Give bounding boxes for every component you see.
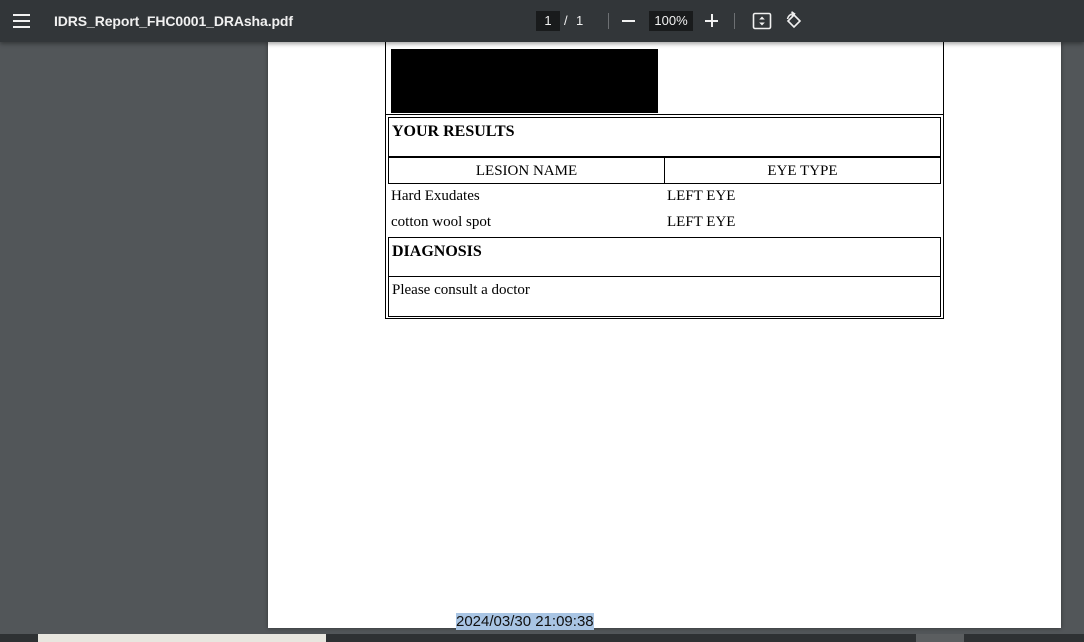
toolbar-divider xyxy=(608,13,609,29)
selected-timestamp-text: 2024/03/30 21:09:38 xyxy=(456,613,594,630)
zoom-level-input[interactable] xyxy=(649,11,693,31)
zoom-in-icon[interactable] xyxy=(704,13,720,29)
column-header-lesion: LESION NAME xyxy=(388,157,665,184)
fit-to-page-icon[interactable] xyxy=(752,12,772,30)
diagnosis-body: Please consult a doctor xyxy=(388,276,941,317)
pdf-toolbar: IDRS_Report_FHC0001_DRAsha.pdf / 1 xyxy=(0,0,1084,42)
diagnosis-heading: DIAGNOSIS xyxy=(388,237,941,277)
table-border-line xyxy=(943,42,944,115)
rotate-icon[interactable] xyxy=(784,11,804,31)
table-border-line xyxy=(385,42,386,115)
redacted-block xyxy=(391,49,658,113)
results-heading: YOUR RESULTS xyxy=(388,117,941,157)
results-heading-text: YOUR RESULTS xyxy=(392,123,515,140)
diagnosis-text: Please consult a doctor xyxy=(392,282,530,298)
column-header-eye-type-text: EYE TYPE xyxy=(767,163,838,179)
page-separator: / xyxy=(564,13,568,28)
zoom-out-icon[interactable] xyxy=(621,13,637,29)
background-window-thumbnail xyxy=(38,634,326,642)
diagnosis-heading-text: DIAGNOSIS xyxy=(392,243,482,260)
page-total: 1 xyxy=(576,13,584,28)
table-row-eye: LEFT EYE xyxy=(667,214,736,230)
results-table: YOUR RESULTS LESION NAME EYE TYPE Hard E… xyxy=(385,114,944,319)
file-title: IDRS_Report_FHC0001_DRAsha.pdf xyxy=(54,13,293,29)
column-header-eye-type: EYE TYPE xyxy=(664,157,941,184)
table-row-eye: LEFT EYE xyxy=(667,188,736,204)
background-window-thumbnail xyxy=(916,634,964,642)
column-header-lesion-text: LESION NAME xyxy=(475,163,578,179)
pdf-page: YOUR RESULTS LESION NAME EYE TYPE Hard E… xyxy=(268,42,1061,628)
page-number-input[interactable] xyxy=(536,11,560,31)
table-row-lesion: cotton wool spot xyxy=(391,214,491,230)
toolbar-divider xyxy=(734,13,735,29)
background-window-strip xyxy=(0,634,1084,642)
table-row-lesion: Hard Exudates xyxy=(391,188,480,204)
menu-icon[interactable] xyxy=(12,12,32,30)
